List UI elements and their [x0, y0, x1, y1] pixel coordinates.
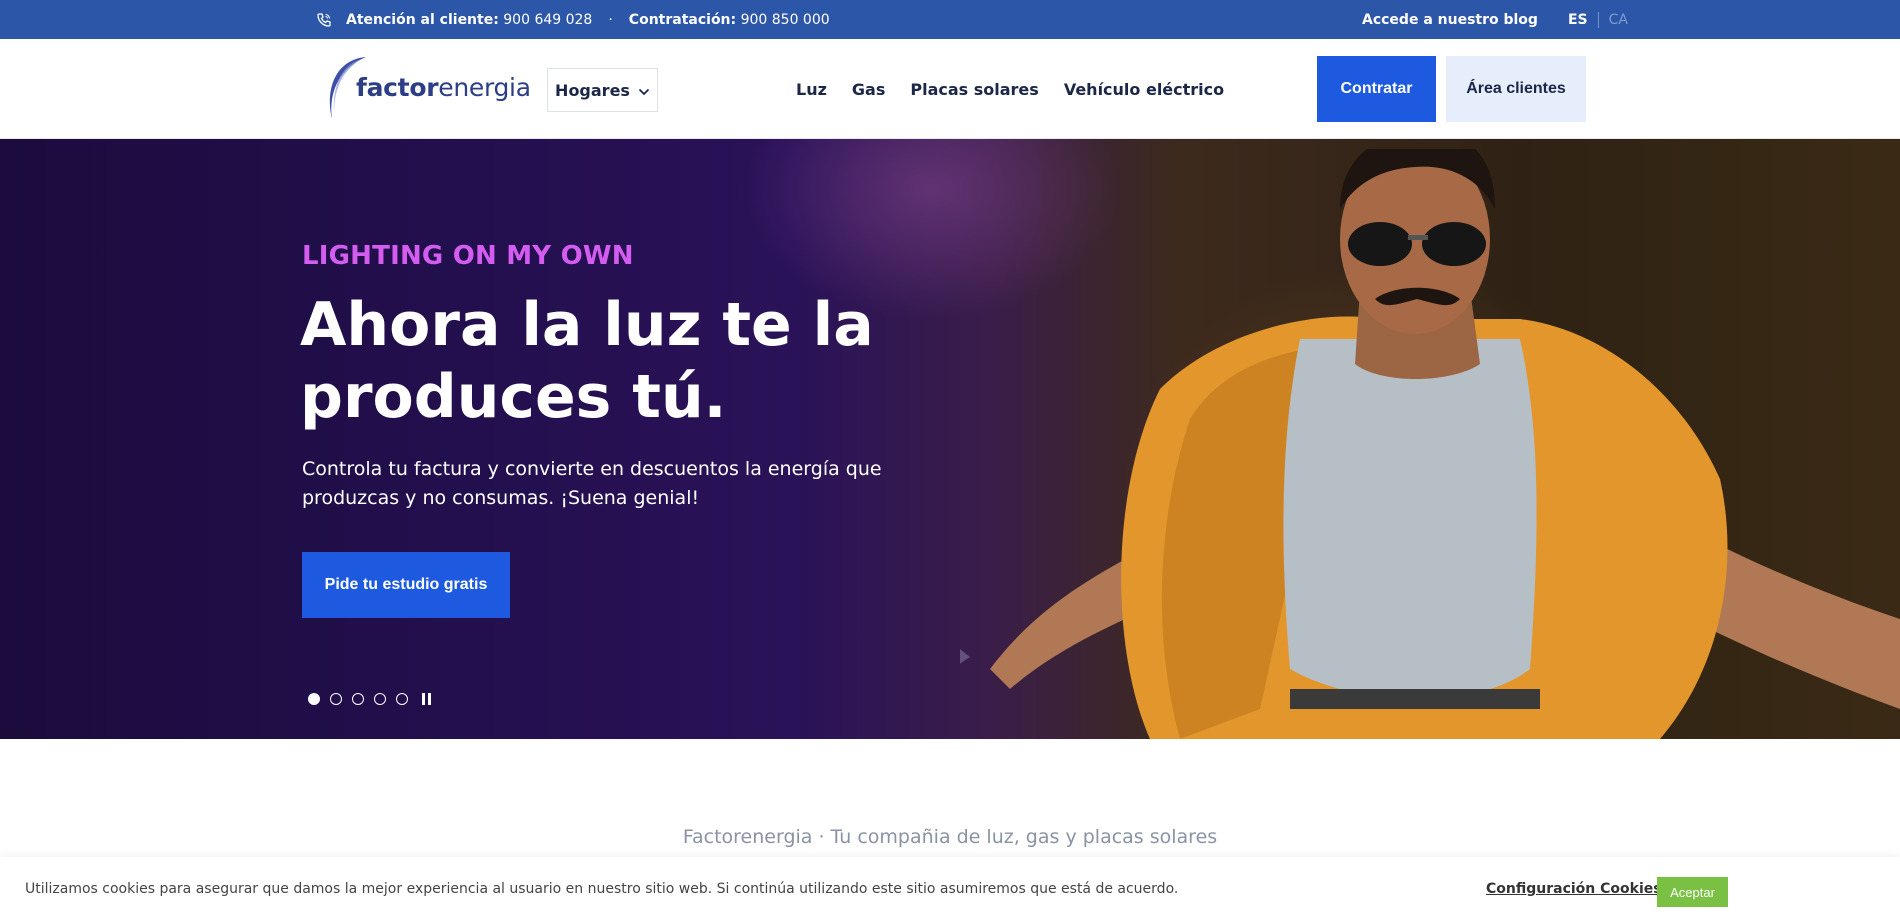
carousel-dot-1[interactable] — [308, 693, 320, 705]
carousel-dot-4[interactable] — [374, 693, 386, 705]
segment-select[interactable]: Hogares — [547, 68, 658, 112]
area-clientes-button[interactable]: Área clientes — [1446, 56, 1586, 122]
cookie-banner: Utilizamos cookies para asegurar que dam… — [0, 857, 1900, 921]
nav-item-vehiculo-electrico[interactable]: Vehículo eléctrico — [1064, 80, 1224, 99]
contratar-button[interactable]: Contratar — [1317, 56, 1436, 122]
carousel-dots — [308, 693, 432, 705]
hero-kicker: LIGHTING ON MY OWN — [302, 241, 634, 271]
main-nav: Luz Gas Placas solares Vehículo eléctric… — [796, 67, 1224, 111]
carousel-dot-5[interactable] — [396, 693, 408, 705]
hero-title: Ahora la luz te la produces tú. — [300, 290, 874, 432]
logo[interactable]: factorenergia — [320, 53, 531, 125]
customer-service-phone[interactable]: Atención al cliente: 900 649 028 — [346, 12, 592, 28]
carousel-dot-3[interactable] — [352, 693, 364, 705]
main-header: factorenergia Hogares Luz Gas Placas sol… — [0, 39, 1900, 139]
lang-es[interactable]: ES — [1568, 11, 1599, 28]
segment-select-label: Hogares — [555, 80, 630, 100]
hiring-phone[interactable]: Contratación: 900 850 000 — [629, 12, 830, 28]
nav-item-gas[interactable]: Gas — [852, 80, 885, 99]
hero-subtitle: Controla tu factura y convierte en descu… — [302, 458, 882, 509]
cookie-settings-link[interactable]: Configuración Cookies — [1486, 881, 1662, 897]
section-tagline: Factorenergia · Tu compañia de luz, gas … — [682, 826, 1218, 848]
lang-ca[interactable]: CA — [1599, 12, 1628, 28]
carousel-dot-2[interactable] — [330, 693, 342, 705]
nav-item-placas-solares[interactable]: Placas solares — [910, 80, 1038, 99]
top-bar: Atención al cliente: 900 649 028 · Contr… — [0, 0, 1900, 39]
separator: · — [608, 11, 613, 28]
pide-estudio-button[interactable]: Pide tu estudio gratis — [302, 552, 510, 618]
phone-icon — [316, 12, 332, 28]
chevron-down-icon — [638, 81, 650, 100]
pause-icon[interactable] — [422, 693, 432, 705]
hero-person-image — [960, 149, 1900, 739]
blog-link[interactable]: Accede a nuestro blog — [1362, 12, 1538, 28]
hero-banner: LIGHTING ON MY OWN Ahora la luz te la pr… — [0, 139, 1900, 739]
cookie-message: Utilizamos cookies para asegurar que dam… — [25, 881, 1179, 897]
accept-cookies-button[interactable]: Aceptar — [1657, 877, 1728, 907]
top-right-links: Accede a nuestro blog ES CA — [1362, 0, 1628, 39]
logo-text: factorenergia — [356, 73, 531, 102]
contact-info: Atención al cliente: 900 649 028 · Contr… — [316, 0, 830, 39]
nav-item-luz[interactable]: Luz — [796, 80, 827, 99]
